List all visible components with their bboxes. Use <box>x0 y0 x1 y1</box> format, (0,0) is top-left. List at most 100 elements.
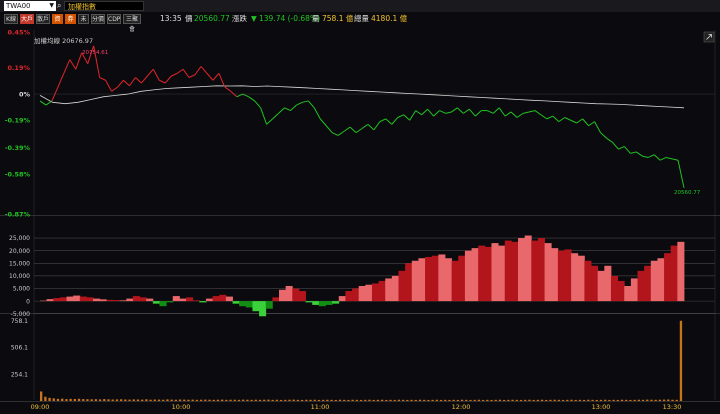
volume-bar <box>343 399 346 401</box>
volume-bar <box>380 399 384 401</box>
diff-bar <box>464 250 472 302</box>
volume-bar <box>69 398 72 401</box>
volume-bar <box>679 320 683 401</box>
price-segment <box>510 111 518 118</box>
volume-bar <box>599 399 603 401</box>
top-bar: TWA00 ▼ ⌕ 加權指數 <box>0 0 720 12</box>
price-segment <box>498 107 506 117</box>
diff-bar <box>186 297 194 302</box>
price-segment <box>385 118 393 125</box>
kline-button[interactable]: K線 <box>4 14 18 24</box>
price-segment <box>343 126 351 132</box>
volume-bar <box>414 399 417 401</box>
volume-bar <box>582 399 586 401</box>
price-segment <box>176 68 184 74</box>
total-value: 4180.1 億 <box>371 14 408 23</box>
price-segment <box>564 117 571 121</box>
margin-button[interactable]: 資 <box>52 14 63 24</box>
price-segment <box>111 86 118 92</box>
diff-bar <box>518 238 526 302</box>
price-segment <box>653 154 661 161</box>
diff-bar <box>212 296 220 302</box>
diff-bar <box>172 296 180 302</box>
diff-bar <box>259 301 267 317</box>
volume-bar <box>536 399 539 401</box>
quote-time: 13:35 <box>160 14 182 23</box>
diff-bar <box>524 235 532 302</box>
diff-bar <box>272 297 280 302</box>
volume-bar <box>284 399 287 401</box>
price-segment <box>576 118 583 124</box>
volume-bar <box>633 399 636 401</box>
last-annotation: 20560.77 <box>674 190 701 196</box>
volume-bar <box>456 399 460 401</box>
price-segment <box>433 110 440 117</box>
price-segment <box>140 75 148 84</box>
retail-button[interactable]: 散戶 <box>36 14 50 24</box>
maximize-icon[interactable] <box>703 31 715 43</box>
price-line <box>39 45 685 188</box>
volume-bar <box>103 399 106 401</box>
volume-bar <box>545 399 548 401</box>
diff-bar <box>504 240 512 302</box>
big-player-button[interactable]: 大戶 <box>20 14 34 24</box>
diff-bar <box>677 241 685 302</box>
time-tick-label: 09:00 <box>31 403 50 411</box>
diff-bar <box>292 288 300 302</box>
volume-bar <box>439 399 443 401</box>
short-button[interactable]: 券 <box>65 14 76 24</box>
price-value: 20560.77 <box>194 14 230 23</box>
price-segment <box>331 132 339 136</box>
diff-bar <box>345 291 353 302</box>
price-segment <box>570 119 577 124</box>
volume-bar <box>56 398 60 401</box>
ticker-value: TWA00 <box>6 2 31 10</box>
price-segment <box>206 73 214 81</box>
volume-bar <box>473 399 476 401</box>
diff-bar <box>192 300 200 302</box>
chart-title: 加權均線 20676.97 <box>34 36 93 45</box>
price-tick-label: 0% <box>19 90 31 98</box>
price-segment <box>671 158 679 161</box>
volume-bar <box>460 399 464 401</box>
price-segment <box>623 146 631 154</box>
diff-bar <box>670 245 678 302</box>
diff-bar <box>471 248 479 302</box>
volume-bar <box>242 399 245 401</box>
volume-bar <box>199 399 203 401</box>
volume-bar <box>351 399 354 401</box>
cdp-button[interactable]: CDP <box>107 14 121 24</box>
diff-bar <box>511 241 519 302</box>
price-dist-button[interactable]: 分價 <box>91 14 105 24</box>
diff-bar <box>298 291 306 302</box>
price-segment <box>540 114 548 120</box>
price-segment <box>319 118 327 127</box>
volume-bar <box>183 399 186 401</box>
volume-bar <box>435 399 438 401</box>
volume-bar <box>275 399 279 401</box>
ticker-input[interactable]: TWA00 ▼ <box>4 1 56 11</box>
time-tick-label: 12:00 <box>452 403 471 411</box>
price-label: 價 <box>185 14 193 23</box>
price-segment <box>117 79 124 88</box>
price-segment <box>260 107 268 125</box>
price-segment <box>534 110 542 116</box>
volume-bar <box>574 399 577 401</box>
volume-bar <box>465 399 468 401</box>
diff-bar <box>252 301 260 312</box>
price-segment <box>379 118 387 123</box>
volume-bar <box>570 399 573 401</box>
futures-button[interactable]: 未 <box>78 14 89 24</box>
volume-bar <box>431 399 434 401</box>
volume-bar <box>557 399 561 401</box>
volume-bar <box>620 399 624 401</box>
diff-bar <box>312 301 320 305</box>
triple-button[interactable]: 三聚會 <box>123 14 141 33</box>
diff-bar <box>478 245 486 302</box>
chevron-down-icon[interactable]: ▼ <box>49 1 54 11</box>
diff-bar <box>146 298 154 302</box>
price-segment <box>642 155 649 158</box>
diff-bar <box>664 253 672 302</box>
diff-bar <box>650 260 658 302</box>
price-segment <box>296 101 303 106</box>
